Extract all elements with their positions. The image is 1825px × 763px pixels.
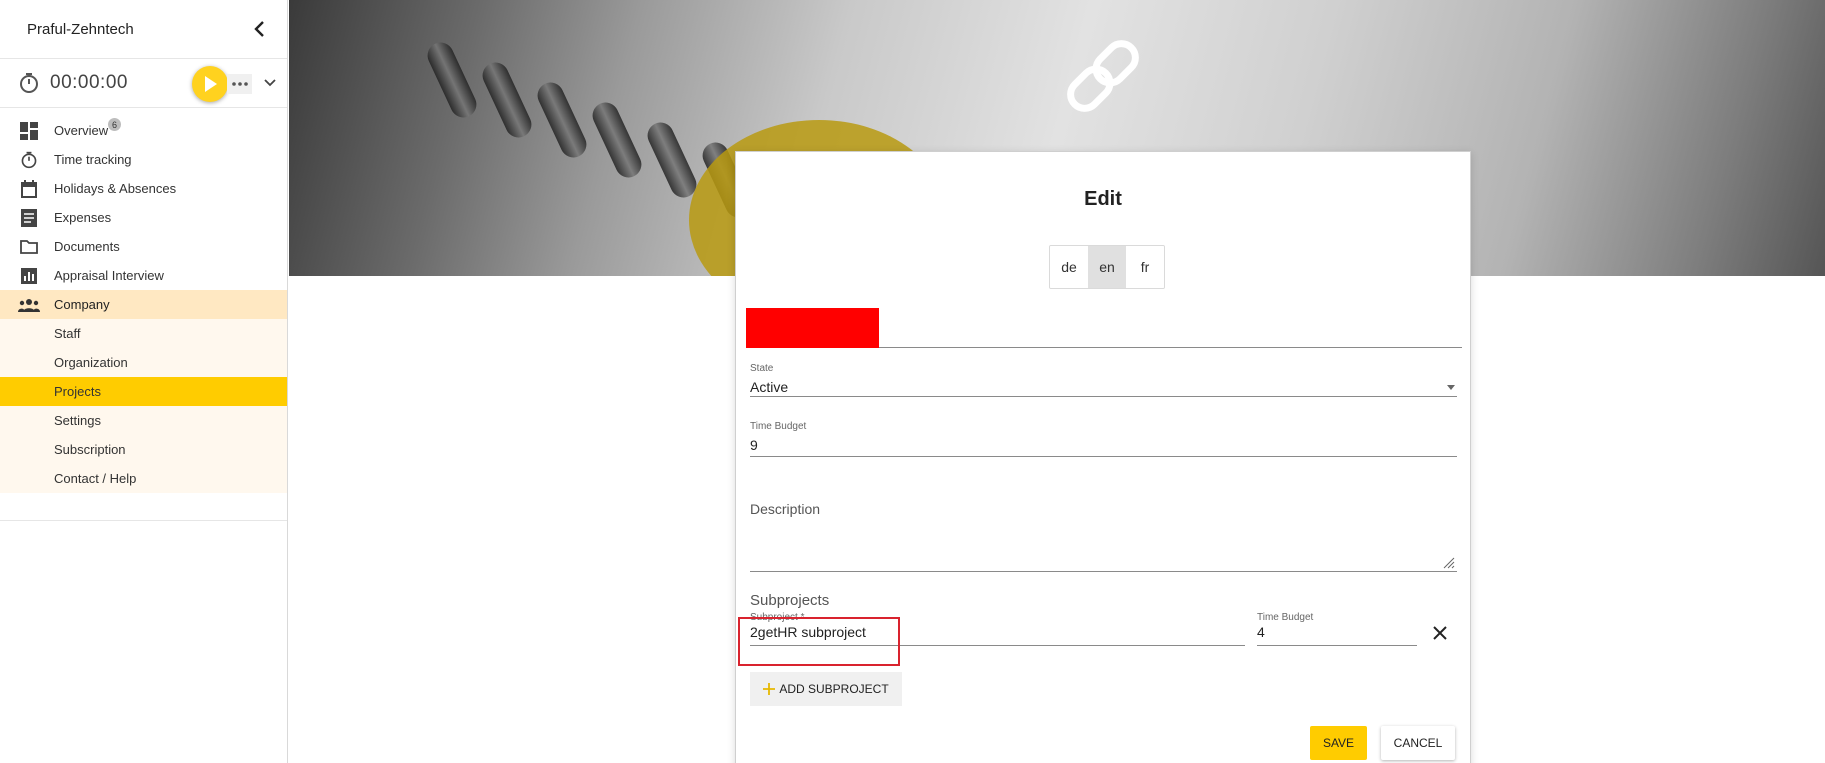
edit-project-dialog: Edit de en fr State Active Time Budget 9… (735, 151, 1471, 763)
stopwatch-icon (18, 72, 40, 94)
time-budget-value: 9 (750, 437, 758, 453)
dashboard-icon (18, 121, 40, 141)
nav-label: Time tracking (54, 152, 132, 167)
people-icon (18, 295, 40, 315)
nav-item-overview[interactable]: Overview 6 (0, 116, 287, 145)
decorative-ring (588, 98, 646, 182)
nav-label: Appraisal Interview (54, 268, 164, 283)
subnav-item-settings[interactable]: Settings (0, 406, 287, 435)
add-subproject-button[interactable]: ADD SUBPROJECT (750, 672, 902, 706)
collapse-sidebar-button[interactable] (247, 17, 271, 41)
remove-subproject-button[interactable] (1430, 623, 1450, 643)
notification-badge: 6 (108, 118, 121, 131)
sidebar-divider (0, 520, 287, 521)
more-horizontal-icon (231, 82, 248, 86)
nav-label: Expenses (54, 210, 112, 225)
cancel-button[interactable]: CANCEL (1381, 726, 1455, 760)
decorative-ring (533, 78, 591, 162)
description-label: Description (750, 501, 821, 517)
main-navigation: Overview 6 Time tracking Holidays & Abse… (0, 108, 287, 521)
nav-item-company[interactable]: Company (0, 290, 287, 319)
language-button-fr[interactable]: fr (1126, 246, 1164, 288)
decorative-ring (478, 58, 536, 142)
save-button[interactable]: SAVE (1310, 726, 1367, 760)
nav-item-holidays[interactable]: Holidays & Absences (0, 174, 287, 203)
state-select[interactable]: State Active (750, 363, 1457, 397)
time-budget-field[interactable]: Time Budget 9 (750, 421, 1457, 457)
decorative-ring (643, 118, 701, 202)
sidebar: Praful-Zehntech 00:00:00 Overview 6 Time… (0, 0, 288, 763)
decorative-ring (423, 38, 481, 122)
stopwatch-icon (18, 150, 40, 170)
state-value: Active (750, 379, 789, 395)
start-timer-button[interactable] (192, 66, 228, 102)
time-budget-label: Time Budget (750, 421, 807, 432)
company-subnav: Staff Organization Projects Settings Sub… (0, 319, 287, 493)
nav-item-appraisal-interview[interactable]: Appraisal Interview (0, 261, 287, 290)
sidebar-header: Praful-Zehntech (0, 0, 287, 59)
chevron-left-icon (254, 21, 264, 37)
subproject-budget-input[interactable]: 4 (1257, 622, 1417, 646)
add-subproject-label: ADD SUBPROJECT (779, 682, 889, 696)
language-button-en[interactable]: en (1088, 246, 1126, 288)
annotation-highlight-box (738, 617, 900, 666)
nav-label: Company (54, 297, 110, 312)
dialog-title: Edit (1084, 188, 1122, 210)
calendar-icon (18, 179, 40, 199)
timer-display: 00:00:00 (50, 72, 128, 93)
subnav-item-subscription[interactable]: Subscription (0, 435, 287, 464)
link-icon (1067, 40, 1139, 112)
more-options-button[interactable] (227, 74, 252, 94)
nav-label: Overview (54, 123, 109, 138)
nav-item-time-tracking[interactable]: Time tracking (0, 145, 287, 174)
nav-label: Documents (54, 239, 120, 254)
plus-icon (763, 683, 776, 695)
play-icon (205, 76, 217, 92)
timer-bar: 00:00:00 (0, 59, 287, 108)
redacted-block (746, 308, 879, 348)
bar-chart-icon (18, 266, 40, 286)
close-icon (1433, 626, 1447, 640)
receipt-icon (18, 208, 40, 228)
language-switcher: de en fr (1049, 245, 1165, 289)
subnav-item-contact-help[interactable]: Contact / Help (0, 464, 287, 493)
state-label: State (750, 363, 774, 374)
resize-grip-icon[interactable] (1441, 555, 1455, 569)
timer-dropdown-button[interactable] (262, 73, 278, 93)
project-name-field[interactable] (746, 308, 1462, 348)
folder-icon (18, 237, 40, 257)
subnav-item-staff[interactable]: Staff (0, 319, 287, 348)
nav-item-expenses[interactable]: Expenses (0, 203, 287, 232)
subnav-item-projects[interactable]: Projects (0, 377, 287, 406)
description-textarea[interactable] (750, 522, 1457, 572)
nav-label: Holidays & Absences (54, 181, 177, 196)
subnav-item-organization[interactable]: Organization (0, 348, 287, 377)
chevron-down-icon (264, 79, 276, 87)
subprojects-heading: Subprojects (750, 592, 830, 609)
language-button-de[interactable]: de (1050, 246, 1088, 288)
dropdown-arrow-icon (1447, 385, 1455, 390)
company-name: Praful-Zehntech (27, 20, 134, 38)
nav-item-documents[interactable]: Documents (0, 232, 287, 261)
